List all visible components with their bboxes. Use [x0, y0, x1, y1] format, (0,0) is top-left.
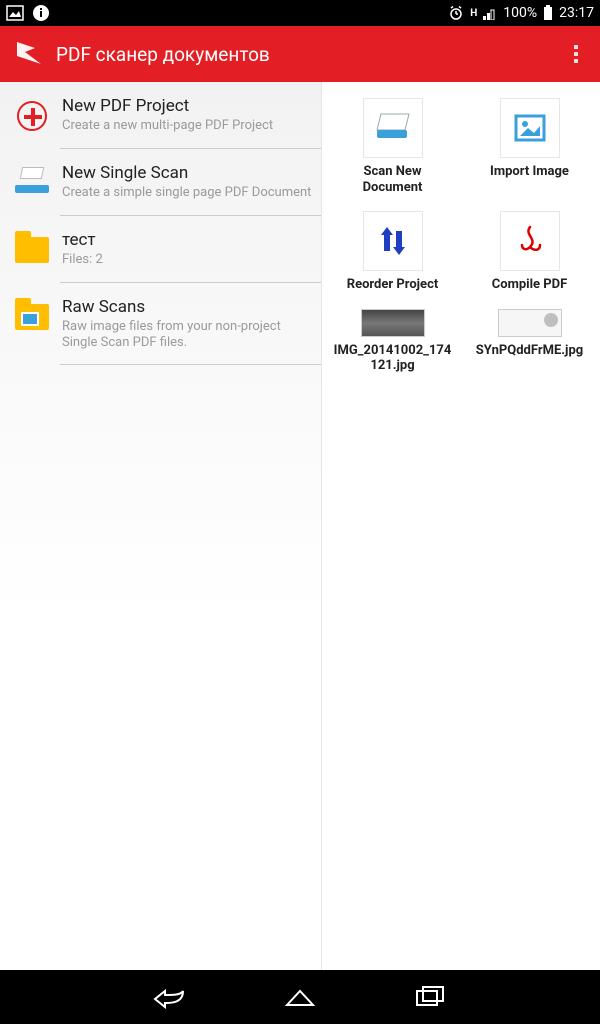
clock: 23:17: [559, 5, 594, 21]
home-button[interactable]: [280, 977, 320, 1017]
new-pdf-project-item[interactable]: New PDF Project Create a new multi-page …: [0, 82, 321, 148]
folder-icon: [15, 237, 49, 263]
project-folder-item[interactable]: тест Files: 2: [0, 216, 321, 282]
app-logo-icon: [12, 37, 46, 71]
plus-circle-icon: [17, 101, 47, 131]
overflow-menu-button[interactable]: [564, 39, 588, 69]
recent-apps-button[interactable]: [410, 977, 450, 1017]
reorder-project-action[interactable]: Reorder Project: [328, 207, 457, 297]
divider: [60, 364, 321, 365]
import-image-action[interactable]: Import Image: [465, 94, 594, 199]
file-item[interactable]: IMG_20141002_174121.jpg: [328, 305, 457, 378]
battery-percent: 100%: [503, 5, 537, 21]
file-item[interactable]: SYnPQddFrME.jpg: [465, 305, 594, 378]
system-nav-bar: [0, 970, 600, 1024]
folder-image-icon: [15, 304, 49, 330]
raw-scans-item[interactable]: Raw Scans Raw image files from your non-…: [0, 283, 321, 364]
picture-notification-icon: [6, 5, 24, 21]
pdf-icon: [500, 211, 560, 271]
image-thumbnail: [498, 309, 562, 337]
scanner-icon: [15, 173, 49, 193]
scan-new-document-action[interactable]: Scan New Document: [328, 94, 457, 199]
info-icon: [32, 4, 50, 22]
action-label: Compile PDF: [492, 277, 568, 293]
file-label: IMG_20141002_174121.jpg: [333, 343, 453, 374]
item-title: тест: [62, 230, 313, 250]
battery-icon: [543, 5, 553, 21]
app-title: PDF сканер документов: [56, 43, 270, 66]
network-type: H: [470, 8, 477, 19]
item-title: New PDF Project: [62, 96, 313, 116]
back-button[interactable]: [150, 977, 190, 1017]
file-label: SYnPQddFrME.jpg: [476, 343, 583, 359]
scanner-icon: [363, 98, 423, 158]
image-icon: [500, 98, 560, 158]
item-title: Raw Scans: [62, 297, 313, 317]
action-label: Reorder Project: [347, 277, 439, 293]
app-bar: PDF сканер документов: [0, 26, 600, 82]
alarm-icon: [448, 5, 464, 21]
item-subtitle: Create a simple single page PDF Document: [62, 185, 313, 201]
compile-pdf-action[interactable]: Compile PDF: [465, 207, 594, 297]
item-subtitle: Files: 2: [62, 252, 313, 268]
action-label: Import Image: [490, 164, 569, 180]
left-pane: New PDF Project Create a new multi-page …: [0, 82, 322, 970]
status-bar: H 100% 23:17: [0, 0, 600, 26]
right-pane: Scan New Document Import Image Reorder P…: [322, 82, 600, 970]
item-title: New Single Scan: [62, 163, 313, 183]
new-single-scan-item[interactable]: New Single Scan Create a simple single p…: [0, 149, 321, 215]
signal-icon: [483, 6, 497, 20]
content-area: New PDF Project Create a new multi-page …: [0, 82, 600, 970]
item-subtitle: Raw image files from your non-project Si…: [62, 319, 313, 352]
item-subtitle: Create a new multi-page PDF Project: [62, 118, 313, 134]
action-label: Scan New Document: [333, 164, 453, 195]
reorder-icon: [363, 211, 423, 271]
image-thumbnail: [361, 309, 425, 337]
